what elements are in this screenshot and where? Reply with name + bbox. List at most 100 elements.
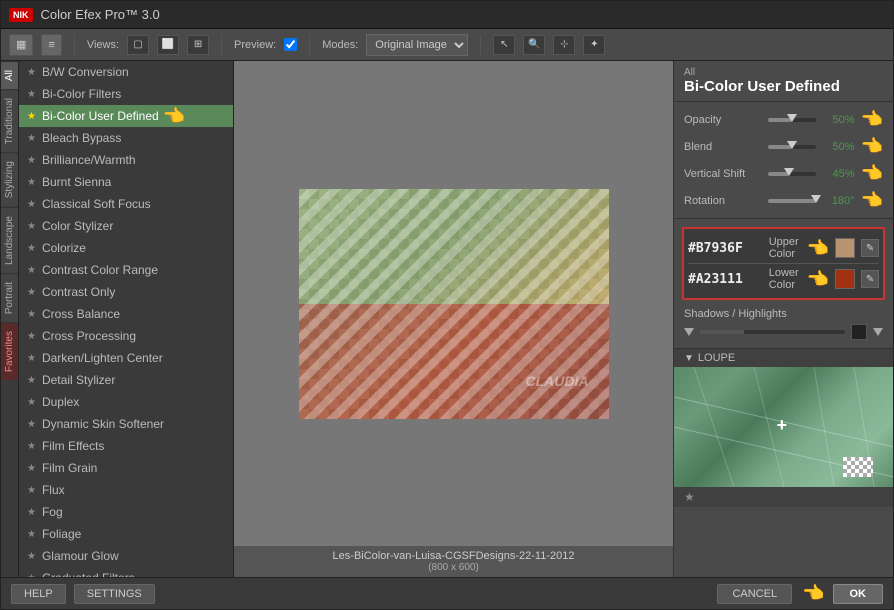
preview-dimensions: (800 x 600) <box>238 562 669 573</box>
zoom-tool-btn[interactable]: 🔍 <box>523 35 545 55</box>
filter-brilliance-warmth[interactable]: ★Brilliance/Warmth <box>19 149 233 171</box>
cancel-button[interactable]: CANCEL <box>717 584 792 604</box>
vertical-shift-label: Vertical Shift <box>684 168 764 180</box>
tab-traditional[interactable]: Traditional <box>1 89 18 152</box>
filter-fog[interactable]: ★Fog <box>19 501 233 523</box>
loupe-star-btn[interactable]: ★ <box>684 490 695 504</box>
filter-classical-soft-focus[interactable]: ★Classical Soft Focus <box>19 193 233 215</box>
vertical-shift-hand-icon: 👈 <box>861 163 883 184</box>
shadows-thumb-down <box>873 328 883 336</box>
upper-color-hand-icon: 👈 <box>807 238 829 259</box>
ok-button[interactable]: OK <box>833 584 884 604</box>
lower-color-hex: #A23111 <box>688 272 763 287</box>
shadows-controls <box>684 324 883 340</box>
shadows-fill <box>700 330 744 334</box>
modes-label: Modes: <box>322 39 358 51</box>
filter-color-stylizer[interactable]: ★Color Stylizer <box>19 215 233 237</box>
loupe-title: LOUPE <box>698 352 735 364</box>
filter-items-container[interactable]: ★B/W Conversion ★Bi-Color Filters ★ Bi-C… <box>19 61 233 577</box>
extra-tool-btn[interactable]: ✦ <box>583 35 605 55</box>
preview-checkbox[interactable] <box>284 38 297 51</box>
filter-contrast-only[interactable]: ★Contrast Only <box>19 281 233 303</box>
lower-color-edit-btn[interactable]: ✎ <box>861 270 879 288</box>
shadows-thumb-up <box>684 328 694 336</box>
tab-all[interactable]: All <box>1 61 18 89</box>
filter-bicolor-user-defined[interactable]: ★ Bi-Color User Defined 👈 <box>19 105 233 127</box>
shadows-slider[interactable] <box>700 330 845 334</box>
filter-contrast-color-range[interactable]: ★Contrast Color Range <box>19 259 233 281</box>
filter-bw-conversion[interactable]: ★B/W Conversion <box>19 61 233 83</box>
filter-cross-balance[interactable]: ★Cross Balance <box>19 303 233 325</box>
filter-dynamic-skin-softener[interactable]: ★Dynamic Skin Softener <box>19 413 233 435</box>
rotation-hand-icon: 👈 <box>861 190 883 211</box>
filter-bicolor-filters[interactable]: ★Bi-Color Filters <box>19 83 233 105</box>
view-multi-btn[interactable]: ⊞ <box>187 35 209 55</box>
tab-landscape[interactable]: Landscape <box>1 207 18 273</box>
lower-color-label: Lower Color <box>769 267 799 291</box>
blend-row: Blend 50% 👈 <box>674 133 893 160</box>
cursor-tool-btn[interactable]: ↖ <box>493 35 515 55</box>
panel-category: All <box>684 67 883 78</box>
separator-3 <box>309 35 310 55</box>
view-single-btn[interactable]: ▢ <box>127 35 149 55</box>
loupe-section: ▼ LOUPE + <box>674 348 893 507</box>
rotation-label: Rotation <box>684 195 764 207</box>
filter-graduated-filters[interactable]: ★Graduated Filters <box>19 567 233 577</box>
rotation-value: 180° <box>820 195 855 207</box>
loupe-image: + <box>674 367 893 487</box>
upper-color-edit-btn[interactable]: ✎ <box>861 239 879 257</box>
filter-bleach-bypass[interactable]: ★Bleach Bypass <box>19 127 233 149</box>
upper-color-row: #B7936F Upper Color 👈 ✎ <box>688 233 879 263</box>
rotation-track[interactable] <box>768 199 816 203</box>
preview-area: CLAUDIA <box>234 61 673 546</box>
vertical-shift-track[interactable] <box>768 172 816 176</box>
grid-view-btn[interactable]: ▦ <box>9 34 33 56</box>
shadows-section: Shadows / Highlights <box>674 304 893 344</box>
right-panel: All Bi-Color User Defined Opacity 50% 👈 … <box>673 61 893 577</box>
loupe-checker-area <box>843 457 873 477</box>
view-split-btn[interactable]: ⬜ <box>157 35 179 55</box>
panel-divider-1 <box>674 101 893 102</box>
adjust-tool-btn[interactable]: ⊹ <box>553 35 575 55</box>
upper-color-label: Upper Color <box>769 236 799 260</box>
filter-list: ★B/W Conversion ★Bi-Color Filters ★ Bi-C… <box>19 61 234 577</box>
upper-color-swatch[interactable] <box>835 238 855 258</box>
opacity-value: 50% <box>820 114 855 126</box>
filter-colorize[interactable]: ★Colorize <box>19 237 233 259</box>
filter-darken-lighten-center[interactable]: ★Darken/Lighten Center <box>19 347 233 369</box>
tab-portrait[interactable]: Portrait <box>1 273 18 322</box>
filter-duplex[interactable]: ★Duplex <box>19 391 233 413</box>
bottom-left: HELP SETTINGS <box>11 584 155 604</box>
views-label: Views: <box>87 39 119 51</box>
lower-color-swatch[interactable] <box>835 269 855 289</box>
center-area: CLAUDIA Les-BiColor-van-Luisa-CGSFDesign… <box>234 61 673 577</box>
loupe-crosshair: + <box>776 419 792 435</box>
filter-burnt-sienna[interactable]: ★Burnt Sienna <box>19 171 233 193</box>
opacity-hand-icon: 👈 <box>861 109 883 130</box>
app-title: Color Efex Pro™ 3.0 <box>41 7 160 22</box>
tab-stylizing[interactable]: Stylizing <box>1 152 18 206</box>
loupe-bottom: ★ <box>674 487 893 507</box>
preview-filename: Les-BiColor-van-Luisa-CGSFDesigns-22-11-… <box>238 550 669 562</box>
filter-glamour-glow[interactable]: ★Glamour Glow <box>19 545 233 567</box>
upper-color-hex: #B7936F <box>688 241 763 256</box>
modes-select[interactable]: Original Image <box>366 34 468 56</box>
toolbar: ▦ ≡ Views: ▢ ⬜ ⊞ Preview: Modes: Origina… <box>1 29 893 61</box>
filter-cross-processing[interactable]: ★Cross Processing <box>19 325 233 347</box>
preview-label: Preview: <box>234 39 276 51</box>
settings-button[interactable]: SETTINGS <box>74 584 155 604</box>
app-window: NIK Color Efex Pro™ 3.0 ▦ ≡ Views: ▢ ⬜ ⊞… <box>0 0 894 610</box>
nik-logo: NIK <box>9 8 33 22</box>
blend-track[interactable] <box>768 145 816 149</box>
help-button[interactable]: HELP <box>11 584 66 604</box>
filter-film-grain[interactable]: ★Film Grain <box>19 457 233 479</box>
filter-flux[interactable]: ★Flux <box>19 479 233 501</box>
filter-foliage[interactable]: ★Foliage <box>19 523 233 545</box>
opacity-row: Opacity 50% 👈 <box>674 106 893 133</box>
filter-film-effects[interactable]: ★Film Effects <box>19 435 233 457</box>
opacity-track[interactable] <box>768 118 816 122</box>
loupe-header: ▼ LOUPE <box>674 348 893 367</box>
list-view-btn[interactable]: ≡ <box>41 34 61 56</box>
filter-detail-stylizer[interactable]: ★Detail Stylizer <box>19 369 233 391</box>
tab-favorites[interactable]: Favorites <box>1 322 18 380</box>
